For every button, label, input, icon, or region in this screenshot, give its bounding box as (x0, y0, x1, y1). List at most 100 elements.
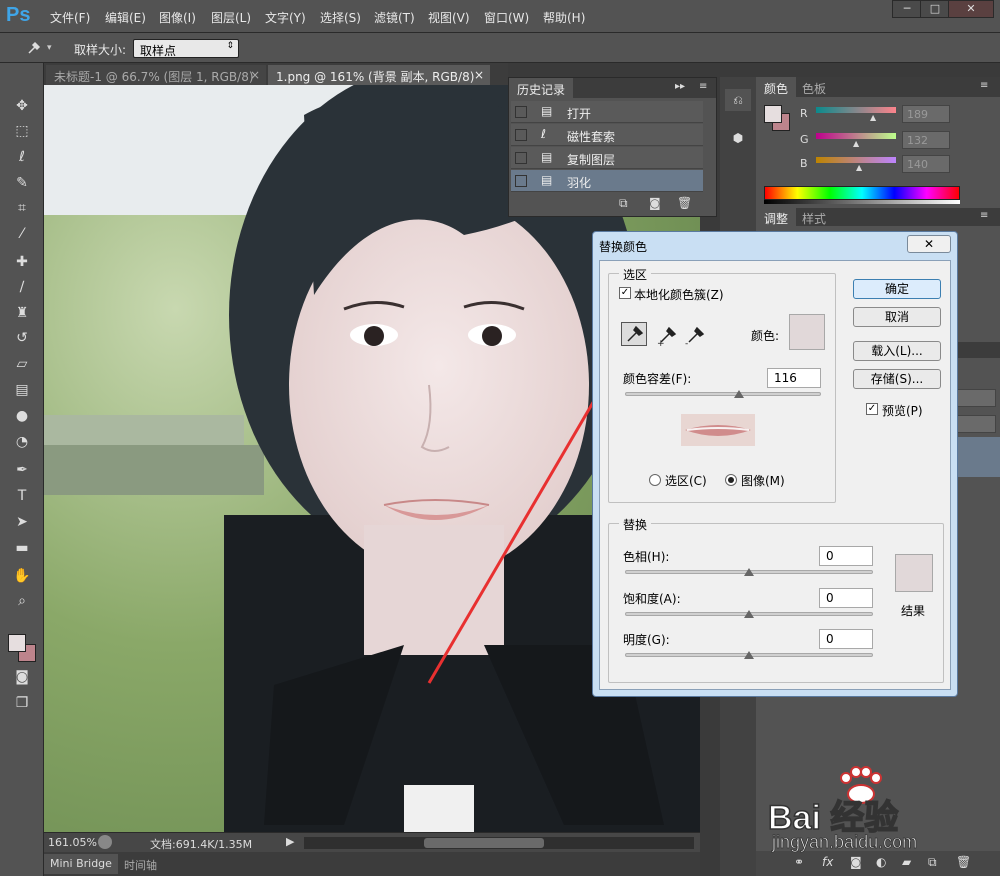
tab-adjustments[interactable]: 调整 (756, 208, 797, 226)
lasso-tool-icon[interactable]: ℓ (10, 146, 34, 168)
crop-tool-icon[interactable]: ⌗ (10, 197, 34, 219)
shape-tool-icon[interactable]: ▬ (10, 537, 34, 559)
save-button[interactable]: 存储(S)... (853, 369, 941, 389)
dodge-tool-icon[interactable]: ◔ (10, 431, 34, 453)
close-tab-icon[interactable]: × (474, 68, 484, 82)
collapse-icon[interactable]: ▸▸ (675, 81, 685, 92)
channel-r-value[interactable]: 189 (902, 105, 950, 123)
stamp-tool-icon[interactable]: ♜ (10, 302, 34, 324)
hue-slider-thumb[interactable] (744, 568, 754, 576)
load-button[interactable]: 载入(L)... (853, 341, 941, 361)
menu-window[interactable]: 窗口(W) (484, 9, 529, 26)
menu-layer[interactable]: 图层(L) (211, 9, 251, 26)
slider-thumb-icon[interactable]: ▲ (870, 113, 876, 122)
fill-field[interactable] (956, 415, 996, 433)
radio-image[interactable] (725, 474, 737, 486)
grayscale-ramp[interactable] (764, 200, 960, 204)
channel-g-value[interactable]: 132 (902, 131, 950, 149)
zoom-tool-icon[interactable]: ⌕ (10, 590, 34, 612)
eyedropper-add-icon[interactable]: + (655, 324, 679, 346)
play-icon[interactable]: ▶ (286, 835, 294, 848)
trash-icon[interactable]: 🗑 (956, 855, 971, 869)
brush-tool-icon[interactable]: ∕ (10, 276, 34, 298)
link-icon[interactable]: ⚭ (794, 855, 804, 869)
saturation-slider-thumb[interactable] (744, 610, 754, 618)
history-item-selected[interactable]: ▤ 羽化 (511, 170, 703, 192)
menu-file[interactable]: 文件(F) (50, 9, 90, 26)
history-snapshot-box[interactable] (515, 175, 527, 187)
fuzziness-slider[interactable] (625, 392, 821, 396)
dialog-close-button[interactable]: ✕ (907, 235, 951, 253)
channel-r-slider[interactable] (816, 107, 896, 113)
menu-view[interactable]: 视图(V) (428, 9, 470, 26)
eraser-tool-icon[interactable]: ▱ (10, 353, 34, 375)
menu-type[interactable]: 文字(Y) (265, 9, 306, 26)
type-tool-icon[interactable]: T (10, 485, 34, 507)
new-layer-icon[interactable]: ⧉ (928, 855, 937, 870)
camera-icon[interactable]: ◙ (649, 196, 661, 210)
eyedropper-tool-icon[interactable]: ⁄ (10, 223, 34, 245)
lightness-field[interactable]: 0 (819, 629, 873, 649)
panel-menu-icon[interactable]: ≡ (980, 210, 988, 221)
result-color-swatch[interactable] (895, 554, 933, 592)
menu-image[interactable]: 图像(I) (159, 9, 196, 26)
status-icon[interactable] (98, 835, 112, 849)
eyedropper-subtract-icon[interactable]: - (683, 324, 707, 346)
fuzziness-field[interactable]: 116 (767, 368, 821, 388)
doc-tab-active[interactable]: 1.png @ 161% (背景 副本, RGB/8) * × (268, 65, 490, 99)
history-brush-tool-icon[interactable]: ↺ (10, 327, 34, 349)
doc-tab-untitled[interactable]: 未标题-1 @ 66.7% (图层 1, RGB/8) * × (46, 65, 266, 99)
tab-timeline[interactable]: 时间轴 (118, 854, 163, 874)
hue-field[interactable]: 0 (819, 546, 873, 566)
history-snapshot-box[interactable] (515, 152, 527, 164)
history-item[interactable]: ▤ 打开 (511, 101, 703, 123)
history-snapshot-box[interactable] (515, 129, 527, 141)
preview-checkbox[interactable]: ✓ (866, 403, 878, 415)
mask-icon[interactable]: ◙ (850, 855, 862, 869)
slider-thumb-icon[interactable]: ▲ (856, 163, 862, 172)
tab-mini-bridge[interactable]: Mini Bridge (44, 854, 118, 874)
gradient-tool-icon[interactable]: ▤ (10, 379, 34, 401)
close-tab-icon[interactable]: × (250, 68, 260, 82)
close-button[interactable]: ✕ (948, 0, 994, 18)
minimize-button[interactable]: ─ (892, 0, 922, 18)
screen-mode-icon[interactable]: ❐ (10, 692, 34, 714)
tool-preset-chevron-icon[interactable]: ▾ (47, 43, 52, 53)
pen-tool-icon[interactable]: ✒ (10, 459, 34, 481)
fx-icon[interactable]: fx (822, 855, 833, 869)
localized-checkbox[interactable]: ✓ (619, 287, 631, 299)
3d-panel-icon[interactable]: ⬢ (725, 127, 751, 149)
menu-help[interactable]: 帮助(H) (543, 9, 585, 26)
menu-edit[interactable]: 编辑(E) (105, 9, 146, 26)
color-spectrum-bar[interactable] (764, 186, 960, 200)
marquee-tool-icon[interactable]: ⬚ (10, 120, 34, 142)
tab-swatches[interactable]: 色板 (796, 77, 832, 97)
hand-tool-icon[interactable]: ✋ (10, 565, 34, 587)
slider-thumb-icon[interactable]: ▲ (853, 139, 859, 148)
channel-b-value[interactable]: 140 (902, 155, 950, 173)
ok-button[interactable]: 确定 (853, 279, 941, 299)
selection-color-swatch[interactable] (789, 314, 825, 350)
menu-select[interactable]: 选择(S) (320, 9, 361, 26)
history-panel-icon[interactable]: ⎌ (725, 89, 751, 111)
sample-size-select[interactable]: 取样点 ⇕ (133, 39, 239, 58)
history-tab[interactable]: 历史记录 (509, 78, 574, 98)
trash-icon[interactable]: 🗑 (677, 196, 692, 210)
lightness-slider-thumb[interactable] (744, 651, 754, 659)
radio-selection[interactable] (649, 474, 661, 486)
color-foreground-swatch[interactable] (764, 105, 782, 123)
blur-tool-icon[interactable]: ● (10, 405, 34, 427)
quick-mask-icon[interactable]: ◙ (10, 666, 34, 688)
panel-menu-icon[interactable]: ≡ (699, 81, 707, 92)
folder-icon[interactable]: ▰ (902, 855, 911, 869)
opacity-field[interactable] (956, 389, 996, 407)
cancel-button[interactable]: 取消 (853, 307, 941, 327)
horizontal-scrollbar[interactable] (304, 837, 694, 849)
eyedropper-icon[interactable] (26, 40, 42, 56)
move-tool-icon[interactable]: ✥ (10, 95, 34, 117)
tab-color[interactable]: 颜色 (756, 77, 797, 97)
maximize-button[interactable]: □ (920, 0, 950, 18)
adjustment-layer-icon[interactable]: ◐ (876, 855, 886, 869)
history-item[interactable]: ▤ 复制图层 (511, 147, 703, 169)
zoom-level[interactable]: 161.05% (48, 836, 97, 849)
